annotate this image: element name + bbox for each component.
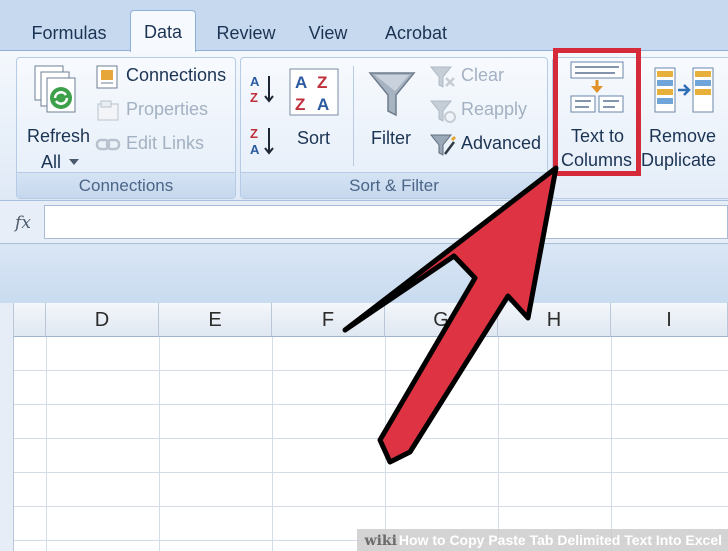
watermark-title: How to Copy Paste Tab Delimited Text Int…	[398, 532, 722, 548]
watermark-brand: wiki	[364, 533, 397, 549]
tab-data[interactable]: Data	[130, 10, 196, 52]
wikihow-watermark: wiki How to Copy Paste Tab Delimited Text…	[356, 529, 728, 551]
pointer-arrow-annotation	[342, 165, 559, 465]
